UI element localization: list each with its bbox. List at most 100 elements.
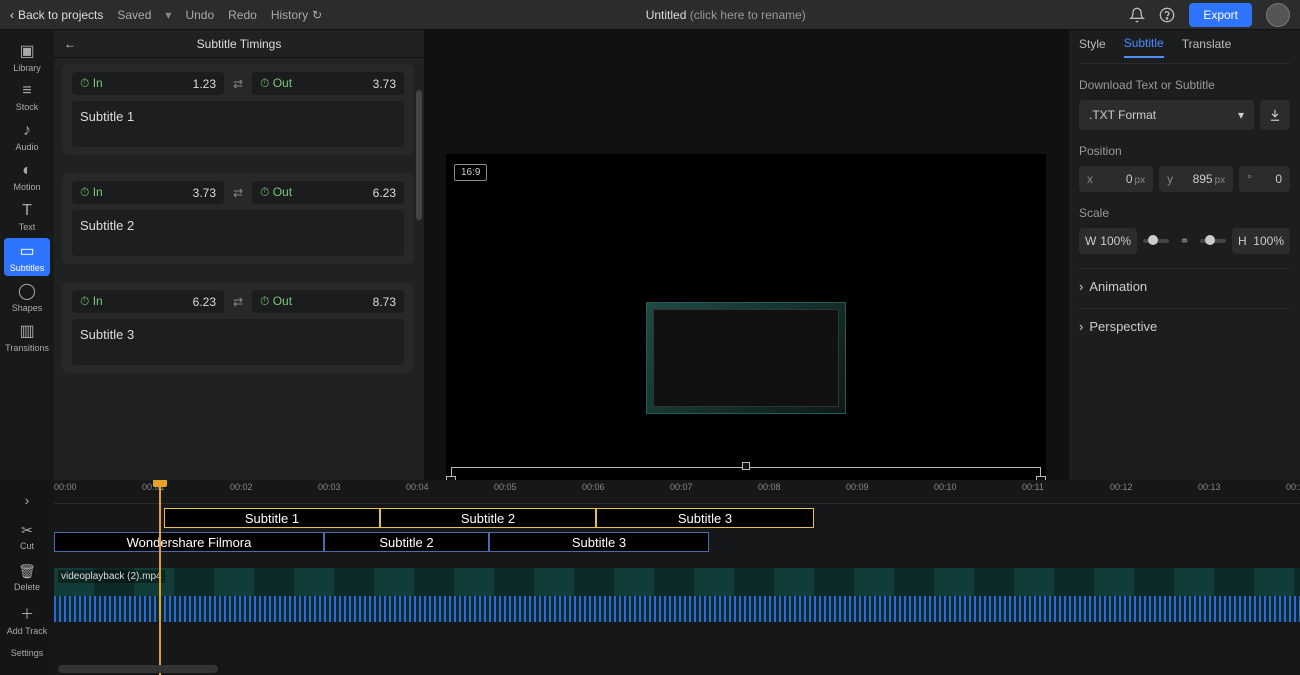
preview-thumbnail: [646, 302, 846, 414]
ruler-tick: 00:04: [406, 482, 429, 492]
ruler-tick: 00:07: [670, 482, 693, 492]
timeline-tracks[interactable]: 00:0000:0100:0200:0300:0400:0500:0600:07…: [54, 480, 1300, 675]
subtitle-block-1[interactable]: ⏱ In1.23 ⇄ ⏱ Out3.73 Subtitle 1: [62, 64, 414, 155]
text-clip-2[interactable]: Subtitle 2: [324, 532, 489, 552]
subtitle-clip-3[interactable]: Subtitle 3: [596, 508, 814, 528]
aspect-ratio-tag[interactable]: 16:9: [454, 164, 487, 181]
history-button[interactable]: History ↻: [271, 8, 322, 22]
chevron-down-icon: ▾: [1238, 108, 1244, 122]
swap-icon[interactable]: ⇄: [230, 295, 246, 309]
top-bar: ‹ Back to projects Saved ▾ Undo Redo His…: [0, 0, 1300, 30]
perspective-accordion[interactable]: ›Perspective: [1079, 308, 1290, 334]
position-x-field[interactable]: x0px: [1079, 166, 1153, 192]
ruler-tick: 00:12: [1110, 482, 1133, 492]
chevron-left-icon: ‹: [10, 8, 14, 22]
redo-button[interactable]: Redo: [228, 8, 257, 22]
saved-dropdown-icon[interactable]: ▾: [165, 8, 171, 22]
undo-button[interactable]: Undo: [185, 8, 214, 22]
tab-style[interactable]: Style: [1079, 37, 1106, 57]
swap-icon[interactable]: ⇄: [230, 186, 246, 200]
timeline-scrollbar[interactable]: [58, 665, 218, 673]
nav-motion[interactable]: ◐Motion: [4, 158, 50, 196]
nav-transitions[interactable]: ▥Transitions: [4, 318, 50, 356]
audio-icon: ♪: [23, 122, 31, 140]
playhead[interactable]: [159, 480, 161, 675]
out-field[interactable]: ⏱ Out3.73: [252, 72, 404, 95]
nav-text[interactable]: TText: [4, 198, 50, 236]
ruler-tick: 00:03: [318, 482, 341, 492]
ruler-tick: 00:08: [758, 482, 781, 492]
timeline-add-track[interactable]: ＋Add Track: [4, 600, 50, 640]
text-clip-1[interactable]: Wondershare Filmora: [54, 532, 324, 552]
scrollbar[interactable]: [416, 90, 422, 220]
tab-translate[interactable]: Translate: [1182, 37, 1232, 57]
angle-field[interactable]: °0: [1239, 166, 1290, 192]
subtitle-clip-2[interactable]: Subtitle 2: [380, 508, 596, 528]
subtitle-text-input[interactable]: Subtitle 2: [72, 210, 404, 256]
swap-icon[interactable]: ⇄: [230, 77, 246, 91]
project-title[interactable]: Untitled (click here to rename): [322, 8, 1129, 22]
download-button[interactable]: [1260, 100, 1290, 130]
nav-library[interactable]: ▣Library: [4, 38, 50, 76]
nav-stock[interactable]: ≡Stock: [4, 78, 50, 116]
download-label: Download Text or Subtitle: [1079, 78, 1290, 92]
timeline-expand[interactable]: ›: [4, 488, 50, 514]
scale-h-field[interactable]: H100%: [1232, 228, 1290, 254]
subtitle-text-input[interactable]: Subtitle 3: [72, 319, 404, 365]
animation-accordion[interactable]: ›Animation: [1079, 268, 1290, 294]
text-clip-3[interactable]: Subtitle 3: [489, 532, 709, 552]
nav-shapes[interactable]: ◯Shapes: [4, 278, 50, 316]
subtitle-track[interactable]: Subtitle 1Subtitle 2Subtitle 3: [54, 508, 1300, 530]
subtitle-block-2[interactable]: ⏱ In3.73 ⇄ ⏱ Out6.23 Subtitle 2: [62, 173, 414, 264]
position-y-field[interactable]: y895px: [1159, 166, 1233, 192]
subtitles-icon: ▭: [19, 241, 34, 261]
link-wh-icon[interactable]: ⚭: [1179, 234, 1189, 248]
ruler-tick: 00:09: [846, 482, 869, 492]
help-icon[interactable]: [1159, 7, 1175, 23]
nav-subtitles[interactable]: ▭Subtitles: [4, 238, 50, 276]
chevron-right-icon: ›: [1079, 319, 1083, 334]
timeline: › ✂Cut 🗑Delete ＋Add Track Settings 00:00 00:0…: [0, 480, 1300, 675]
saved-status: Saved: [117, 8, 151, 22]
chevron-right-icon: ›: [1079, 279, 1083, 294]
ruler-tick: 00:14: [1286, 482, 1300, 492]
tab-subtitle[interactable]: Subtitle: [1124, 36, 1164, 58]
motion-icon: ◐: [22, 162, 32, 180]
panel-back-button[interactable]: ←: [64, 37, 76, 51]
video-clip-label: videoplayback (2).mp4: [58, 570, 165, 583]
video-track[interactable]: videoplayback (2).mp4: [54, 568, 1300, 622]
scale-w-field[interactable]: W100%: [1079, 228, 1137, 254]
in-field[interactable]: ⏱ In3.73: [72, 181, 224, 204]
stock-icon: ≡: [22, 82, 31, 100]
export-button[interactable]: Export: [1189, 3, 1252, 27]
timeline-delete[interactable]: 🗑Delete: [4, 559, 50, 596]
ruler-tick: 00:00: [54, 482, 77, 492]
format-dropdown[interactable]: .TXT Format ▾: [1079, 100, 1254, 130]
transitions-icon: ▥: [19, 321, 34, 341]
notifications-icon[interactable]: [1129, 7, 1145, 23]
out-field[interactable]: ⏱ Out6.23: [252, 181, 404, 204]
nav-audio[interactable]: ♪Audio: [4, 118, 50, 156]
ruler-tick: 00:02: [230, 482, 253, 492]
subtitle-text-input[interactable]: Subtitle 1: [72, 101, 404, 147]
user-avatar[interactable]: [1266, 3, 1290, 27]
timeline-cut[interactable]: ✂Cut: [4, 518, 50, 555]
scale-w-slider[interactable]: [1143, 239, 1169, 243]
history-icon: ↻: [312, 8, 322, 22]
ruler-tick: 00:10: [934, 482, 957, 492]
subtitle-clip-1[interactable]: Subtitle 1: [164, 508, 380, 528]
in-field[interactable]: ⏱ In1.23: [72, 72, 224, 95]
subtitle-block-3[interactable]: ⏱ In6.23 ⇄ ⏱ Out8.73 Subtitle 3: [62, 282, 414, 373]
scale-h-slider[interactable]: [1200, 239, 1226, 243]
text-track[interactable]: Wondershare FilmoraSubtitle 2Subtitle 3: [54, 532, 1300, 554]
in-field[interactable]: ⏱ In6.23: [72, 290, 224, 313]
out-field[interactable]: ⏱ Out8.73: [252, 290, 404, 313]
ruler-tick: 00:11: [1022, 482, 1044, 492]
back-to-projects-button[interactable]: ‹ Back to projects: [10, 8, 103, 22]
shapes-icon: ◯: [18, 281, 36, 301]
video-canvas[interactable]: 16:9 Wondershare Filmora: [446, 154, 1046, 526]
timeline-ruler[interactable]: 00:0000:0100:0200:0300:0400:0500:0600:07…: [54, 480, 1300, 504]
timeline-settings[interactable]: Settings: [4, 644, 50, 662]
audio-waveform: [54, 596, 1300, 622]
ruler-tick: 00:06: [582, 482, 605, 492]
